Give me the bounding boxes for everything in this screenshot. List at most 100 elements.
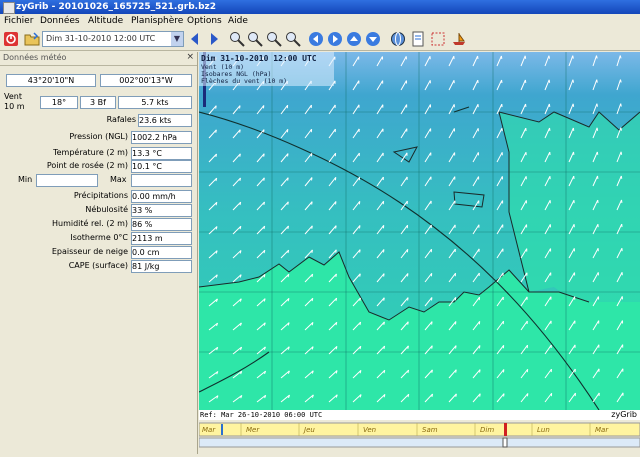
boat-icon[interactable] (451, 31, 467, 47)
day-label-lun: Lun (537, 426, 550, 434)
wind-arrow-head (336, 274, 337, 277)
weather-map[interactable]: Dim 31-10-2010 12:00 UTC Vent (10 m) Iso… (199, 52, 640, 410)
day-label-mer: Mer (246, 426, 260, 434)
isotherm-field: 2113 m (131, 232, 192, 245)
dewpoint-field: 10.1 °C (131, 160, 192, 173)
open-file-icon[interactable] (24, 31, 40, 47)
wind-arrow-head (597, 56, 598, 59)
wind-arrow-head (216, 106, 217, 109)
humidity-label: Humidité rel. (2 m) (4, 218, 128, 229)
day-label-mar: Mar (202, 426, 216, 434)
wind-arrow-head (360, 274, 361, 277)
humidity-field: 86 % (131, 218, 192, 231)
select-area-icon[interactable] (430, 31, 446, 47)
pan-right-icon[interactable] (327, 31, 343, 47)
wind-arrow-head (432, 394, 433, 397)
panel-header: Données météo × (0, 52, 197, 66)
menu-planisphere[interactable]: Planisphère (131, 15, 183, 27)
panel-title: Données météo (3, 53, 66, 62)
pan-up-icon[interactable] (346, 31, 362, 47)
wind-arrow-head (288, 202, 289, 205)
window-title: zyGrib - 20101026_165725_521.grb.bz2 (16, 0, 216, 14)
wind-arrow-head (384, 370, 385, 373)
snow-field: 0.0 cm (131, 246, 192, 259)
app-name-text: zyGrib (611, 410, 637, 420)
temperature-field: 13.3 °C (131, 147, 192, 160)
pan-left-icon[interactable] (308, 31, 324, 47)
file-info-icon[interactable] (410, 31, 426, 47)
wind-arrow-head (456, 370, 457, 373)
wind-arrow-head (384, 298, 385, 301)
weather-data-panel: Données météo × 43°20'10"N 002°00'13"W V… (0, 52, 198, 454)
wind-arrow-head (264, 178, 265, 181)
wind-arrow-head (240, 202, 241, 205)
wind-arrow-head (573, 80, 574, 83)
wind-arrow-head (432, 346, 433, 349)
longitude-field: 002°00'13"W (100, 74, 192, 87)
wind-direction-field: 18° (40, 96, 78, 109)
day-label-sam: Sam (422, 426, 438, 434)
timeline-current-marker[interactable] (504, 423, 507, 436)
app-icon (3, 2, 15, 14)
precip-field: 0.00 mm/h (131, 190, 192, 203)
snow-label: Epaisseur de neige (4, 246, 128, 257)
menu-altitude[interactable]: Altitude (88, 15, 123, 27)
wind-arrow-head (288, 250, 289, 253)
wind-arrow-head (264, 154, 265, 157)
menu-fichier[interactable]: Fichier (4, 15, 33, 27)
zoom-out-icon[interactable] (247, 31, 263, 47)
status-bar: Ref: Mar 26-10-2010 06:00 UTC zyGrib (199, 410, 640, 420)
wind-arrow-head (573, 56, 574, 59)
wind-arrow-head (288, 226, 289, 229)
map-date-label: Dim 31-10-2010 12:00 UTC (201, 53, 317, 63)
gust-field: 23.6 kts (138, 114, 192, 127)
menu-donnees[interactable]: Données (40, 15, 80, 27)
prev-step-icon[interactable] (187, 31, 203, 47)
latitude-field: 43°20'10"N (6, 74, 96, 87)
min-field (36, 174, 98, 187)
isotherm-label: Isotherme 0°C (4, 232, 128, 243)
pressure-field: 1002.2 hPa (131, 131, 192, 144)
precip-label: Précipitations (4, 190, 128, 201)
wind-arrow-head (456, 394, 457, 397)
map-legend-arrows: Flèches du vent (10 m) (201, 77, 287, 85)
menu-options[interactable]: Options (187, 15, 222, 27)
close-icon[interactable]: × (186, 52, 194, 62)
day-label-dim: Dim (480, 426, 494, 434)
zoom-in-icon[interactable] (229, 31, 245, 47)
zoom-area-icon[interactable] (266, 31, 282, 47)
wind-arrow-head (288, 274, 289, 277)
next-step-icon[interactable] (206, 31, 222, 47)
wind-arrow-head (408, 322, 409, 325)
pan-down-icon[interactable] (365, 31, 381, 47)
wind-arrow-head (620, 56, 621, 59)
wind-label: Vent 10 m (4, 92, 25, 112)
menu-aide[interactable]: Aide (228, 15, 248, 27)
timeline[interactable]: Mar Mer Jeu Ven Sam Dim Lun Mar (199, 421, 640, 454)
download-grib-icon[interactable] (390, 31, 406, 47)
wind-arrow-head (240, 130, 241, 133)
day-label-ven: Ven (363, 426, 376, 434)
wind-arrow-head (264, 226, 265, 229)
cape-label: CAPE (surface) (4, 260, 128, 271)
wind-arrow-head (336, 250, 337, 253)
wind-arrow-head (597, 80, 598, 83)
date-select-value: Dim 31-10-2010 12:00 UTC (46, 32, 155, 46)
menu-bar: Fichier Données Altitude Planisphère Opt… (0, 14, 640, 28)
wind-arrow-head (240, 178, 241, 181)
day-label-mar2: Mar (595, 426, 609, 434)
timeline-svg: Mar Mer Jeu Ven Sam Dim Lun Mar (199, 421, 640, 454)
chevron-down-icon[interactable]: ▼ (171, 32, 183, 46)
gust-label: Rafales (86, 114, 136, 125)
wind-arrow-head (312, 250, 313, 253)
date-select[interactable]: Dim 31-10-2010 12:00 UTC ▼ (42, 31, 184, 47)
wind-arrow-head (621, 128, 622, 131)
quit-icon[interactable] (3, 31, 19, 47)
wind-arrow-head (620, 80, 621, 83)
cloud-label: Nébulosité (4, 204, 128, 215)
wind-beaufort-field: 3 Bf (80, 96, 116, 109)
zoom-all-icon[interactable] (285, 31, 301, 47)
wind-arrow-head (216, 130, 217, 133)
wind-arrow-head (408, 346, 409, 349)
timeline-slider-handle[interactable] (503, 438, 507, 447)
